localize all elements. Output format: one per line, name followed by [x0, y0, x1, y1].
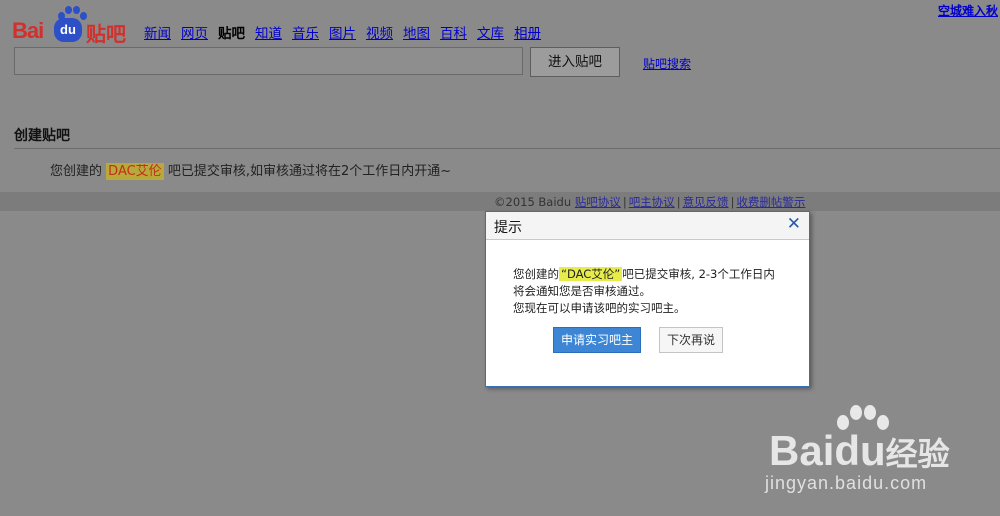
nav-item-baike[interactable]: 百科	[440, 22, 467, 42]
page-title: 创建贴吧	[14, 128, 70, 144]
watermark-brand: Baidu经验	[769, 427, 950, 474]
nav-item-images[interactable]: 图片	[329, 22, 356, 42]
notice-prefix: 您创建的	[50, 164, 103, 179]
apply-intern-bazhu-button[interactable]: 申请实习吧主	[553, 327, 641, 353]
dialog-bar-name: “DAC艾伦”	[559, 267, 623, 281]
search-input[interactable]	[14, 47, 523, 75]
footer-link-bazhu-agreement[interactable]: 吧主协议	[629, 195, 675, 209]
dialog-line-1: 您创建的 “DAC艾伦” 吧已提交审核, 2-3个工作日内	[513, 267, 775, 281]
section-divider	[14, 148, 1000, 149]
dialog-title: 提示	[494, 220, 522, 236]
notice-dialog: 提示 ✕ 您创建的 “DAC艾伦” 吧已提交审核, 2-3个工作日内 将会通知您是否…	[485, 211, 810, 387]
dialog-line-3: 您现在可以申请该吧的实习吧主。	[513, 301, 686, 315]
footer-link-feedback[interactable]: 意见反馈	[683, 195, 729, 209]
nav-item-map[interactable]: 地图	[403, 22, 430, 42]
later-button[interactable]: 下次再说	[659, 327, 723, 353]
create-notice: 您创建的 DAC艾伦 吧已提交审核,如审核通过将在2个工作日内开通~	[50, 160, 452, 180]
nav-item-wenku[interactable]: 文库	[477, 22, 504, 42]
logo-text-tieba: 贴吧	[86, 22, 126, 46]
nav-item-video[interactable]: 视频	[366, 22, 393, 42]
logo-text-bai: Bai	[12, 18, 44, 43]
baidu-tieba-logo[interactable]: Bai du 贴吧	[12, 4, 128, 46]
footer: ©2015 Baidu 贴吧协议 | 吧主协议 | 意见反馈 | 收费删帖警示	[494, 195, 806, 209]
baidu-jingyan-watermark: Baidu经验 jingyan.baidu.com	[765, 405, 965, 505]
dialog-message: 您创建的 “DAC艾伦” 吧已提交审核, 2-3个工作日内 将会通知您是否审核通过。…	[513, 266, 775, 317]
nav-item-web[interactable]: 网页	[181, 22, 208, 42]
nav-item-music[interactable]: 音乐	[292, 22, 319, 42]
footer-copyright: ©2015 Baidu	[494, 195, 572, 209]
notice-bar-name[interactable]: DAC艾伦	[106, 163, 164, 180]
watermark-url: jingyan.baidu.com	[765, 473, 928, 493]
tieba-search-link[interactable]: 贴吧搜索	[643, 55, 691, 72]
notice-suffix: 吧已提交审核,如审核通过将在2个工作日内开通~	[167, 164, 452, 179]
dialog-line-2: 将会通知您是否审核通过。	[513, 284, 651, 298]
nav-item-news[interactable]: 新闻	[144, 22, 171, 42]
nav-item-album[interactable]: 相册	[514, 22, 541, 42]
footer-link-tieba-agreement[interactable]: 贴吧协议	[575, 195, 621, 209]
nav-item-zhidao[interactable]: 知道	[255, 22, 282, 42]
top-nav: 新闻 网页 贴吧 知道 音乐 图片 视频 地图 百科 文库 相册	[144, 22, 551, 42]
logo-text-du: du	[54, 18, 82, 42]
footer-link-paid-delete-warning[interactable]: 收费删帖警示	[736, 195, 805, 209]
user-name-link[interactable]: 空城难入秋	[938, 2, 998, 19]
close-icon[interactable]: ✕	[787, 215, 801, 233]
nav-item-tieba[interactable]: 贴吧	[218, 22, 245, 42]
dialog-header: 提示 ✕	[486, 212, 809, 240]
enter-tieba-button[interactable]: 进入贴吧	[530, 47, 620, 77]
